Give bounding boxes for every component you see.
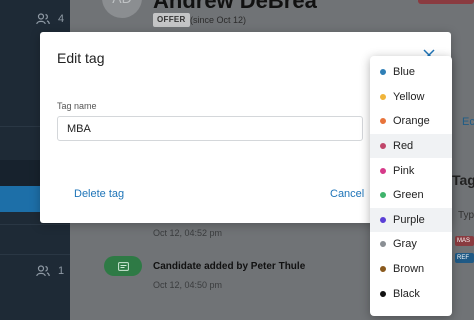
color-dot-icon — [380, 216, 386, 223]
color-dot-icon — [380, 241, 386, 248]
tag-badge: REF — [455, 253, 474, 263]
users-icon — [36, 265, 50, 277]
candidate-name: Andrew DeBrea — [153, 0, 317, 13]
sidebar-divider — [0, 224, 70, 225]
color-option-purple[interactable]: Purple — [370, 207, 452, 233]
sidebar-divider — [0, 254, 70, 255]
feed-timestamp: Oct 12, 04:50 pm — [153, 280, 223, 290]
sidebar-count-label: 4 — [58, 13, 65, 25]
tags-heading: Tag — [452, 172, 474, 188]
sidebar-user-count[interactable]: 4 — [36, 13, 64, 25]
color-option-label: Yellow — [393, 90, 425, 103]
color-dot-icon — [380, 93, 386, 100]
color-dot-icon — [380, 290, 386, 297]
color-option-label: Green — [393, 189, 424, 202]
color-option-black[interactable]: Black — [370, 281, 452, 306]
tag-name-label: Tag name — [57, 101, 97, 111]
feed-timestamp: Oct 12, 04:52 pm — [153, 228, 223, 238]
color-dot-icon — [380, 118, 386, 125]
side-panel-link[interactable]: Ec — [462, 116, 474, 128]
color-option-brown[interactable]: Brown — [370, 257, 452, 282]
feed-event-text: Candidate added by Peter Thule — [153, 261, 306, 272]
sidebar-user-count[interactable]: 1 — [36, 265, 64, 277]
sidebar-count-label: 1 — [58, 265, 65, 277]
color-option-gray[interactable]: Gray — [370, 232, 452, 257]
color-dot-icon — [380, 266, 386, 273]
type-column-header: Typ — [458, 210, 474, 221]
color-option-blue[interactable]: Blue — [370, 60, 452, 85]
color-option-orange[interactable]: Orange — [370, 109, 452, 134]
dialog-title: Edit tag — [57, 50, 105, 66]
color-option-label: Red — [393, 140, 414, 153]
color-dot-icon — [380, 69, 386, 76]
feed-event-icon — [104, 256, 142, 276]
delete-tag-button[interactable]: Delete tag — [74, 188, 124, 200]
color-option-label: Pink — [393, 164, 415, 177]
status-badge: OFFER — [153, 13, 190, 27]
color-dropdown: Blue Yellow Orange Red Pink Green Purple… — [370, 56, 452, 316]
color-option-label: Black — [393, 287, 420, 300]
color-option-label: Orange — [393, 115, 430, 128]
color-option-red[interactable]: Red — [370, 133, 452, 159]
color-dot-icon — [380, 167, 386, 174]
tag-name-input[interactable] — [57, 116, 363, 141]
color-dot-icon — [380, 192, 386, 199]
action-button[interactable] — [418, 0, 474, 4]
tag-badge: MAS — [455, 236, 474, 246]
cancel-button[interactable]: Cancel — [330, 188, 364, 200]
color-option-green[interactable]: Green — [370, 183, 452, 208]
id-card-icon — [117, 261, 129, 271]
color-option-label: Brown — [393, 263, 425, 276]
color-option-label: Gray — [393, 238, 417, 251]
color-option-label: Purple — [393, 213, 425, 226]
color-option-pink[interactable]: Pink — [370, 158, 452, 183]
color-option-yellow[interactable]: Yellow — [370, 85, 452, 110]
stage-since: (since Oct 12) — [190, 15, 247, 25]
color-dot-icon — [380, 143, 386, 150]
color-option-label: Blue — [393, 66, 416, 79]
users-icon — [36, 13, 50, 25]
